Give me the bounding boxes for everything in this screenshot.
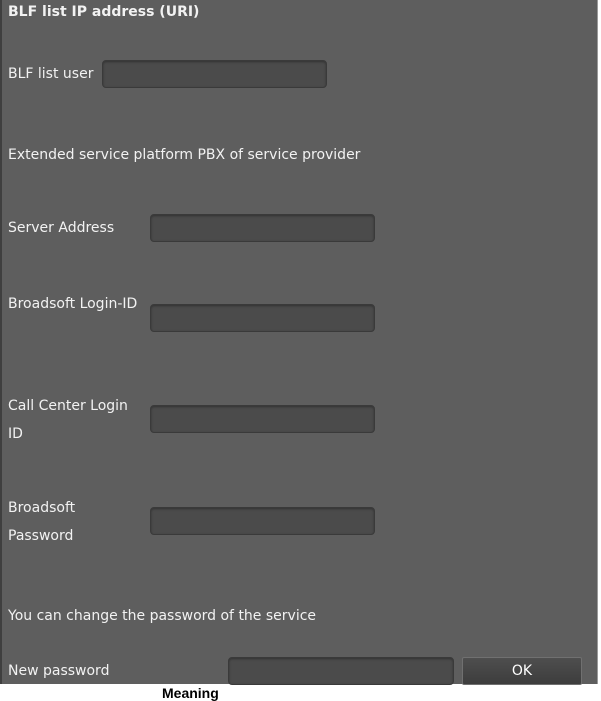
ok-button[interactable]: OK xyxy=(462,657,582,685)
section-title: BLF list IP address (URI) xyxy=(8,4,200,20)
broadsoft-password-input[interactable] xyxy=(150,507,375,535)
extended-service-label: Extended service platform PBX of service… xyxy=(8,147,361,163)
meaning-heading: Meaning xyxy=(162,685,219,701)
call-center-login-id-label: Call Center Login ID xyxy=(8,398,128,442)
broadsoft-login-id-input[interactable] xyxy=(150,304,375,332)
call-center-login-id-input[interactable] xyxy=(150,405,375,433)
settings-panel: BLF list IP address (URI) BLF list user … xyxy=(0,0,598,685)
broadsoft-password-label: Broadsoft Password xyxy=(8,500,76,544)
password-change-info: You can change the password of the servi… xyxy=(8,608,317,624)
blf-list-user-input[interactable] xyxy=(102,60,327,88)
broadsoft-login-id-label: Broadsoft Login-ID xyxy=(8,296,138,312)
server-address-label: Server Address xyxy=(8,220,115,236)
new-password-label: New password xyxy=(8,663,110,679)
server-address-input[interactable] xyxy=(150,214,375,242)
blf-list-user-label: BLF list user xyxy=(8,66,94,82)
new-password-input[interactable] xyxy=(228,657,454,685)
